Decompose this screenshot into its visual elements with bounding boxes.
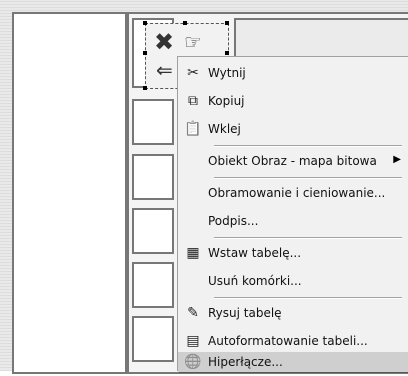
menu-item-delete-cells[interactable]: Usuń komórki... [178,267,408,295]
resize-handle[interactable] [183,21,187,25]
menu-item-caption[interactable]: Podpis... [178,207,408,235]
menu-item-insert-table[interactable]: ▦ Wstaw tabelę... [178,239,408,267]
table-icon: ▦ [186,245,200,261]
submenu-arrow-icon: ▶ [393,154,401,165]
menu-item-object-bitmap[interactable]: Obiekt Obraz - mapa bitowa ▶ [178,147,408,175]
menu-item-cut[interactable]: ✂ Wytnij [178,59,408,87]
menu-item-paste[interactable]: 📋 Wklej [178,115,408,143]
pencil-icon: ✎ [187,305,199,321]
arrow-back-icon: ⇐ [156,58,173,82]
menu-item-hyperlink[interactable]: 🌐 Hiperłącze... [178,352,408,372]
menu-item-draw-table[interactable]: ✎ Rysuj tabelę [178,299,408,327]
table-cell-4[interactable] [132,262,174,308]
hand-printer-icon: ☞ [184,30,202,54]
left-table-cell[interactable] [12,12,127,374]
table-cell-2[interactable] [132,154,174,200]
clipboard-icon: 📋 [184,121,202,137]
resize-handle[interactable] [143,51,147,55]
menu-item-borders-shading[interactable]: Obramowanie i cieniowanie... [178,179,408,207]
table-cell-3[interactable] [132,208,174,254]
resize-handle[interactable] [225,51,229,55]
table-cell-1[interactable] [132,99,174,145]
resize-handle[interactable] [143,86,147,90]
excel-logo-icon: ✖ [154,28,175,56]
resize-handle[interactable] [225,21,229,25]
context-menu: ✂ Wytnij ⧉ Kopiuj 📋 Wklej Obiekt Obraz -… [177,56,408,372]
menu-item-table-autoformat[interactable]: ▤ Autoformatowanie tabeli... [178,327,408,355]
resize-handle[interactable] [143,21,147,25]
copy-icon: ⧉ [188,93,198,109]
scissors-icon: ✂ [187,65,199,81]
hyperlink-globe-icon: 🌐 [184,354,202,370]
menu-item-copy[interactable]: ⧉ Kopiuj [178,87,408,115]
table-cell-5[interactable] [132,316,174,362]
